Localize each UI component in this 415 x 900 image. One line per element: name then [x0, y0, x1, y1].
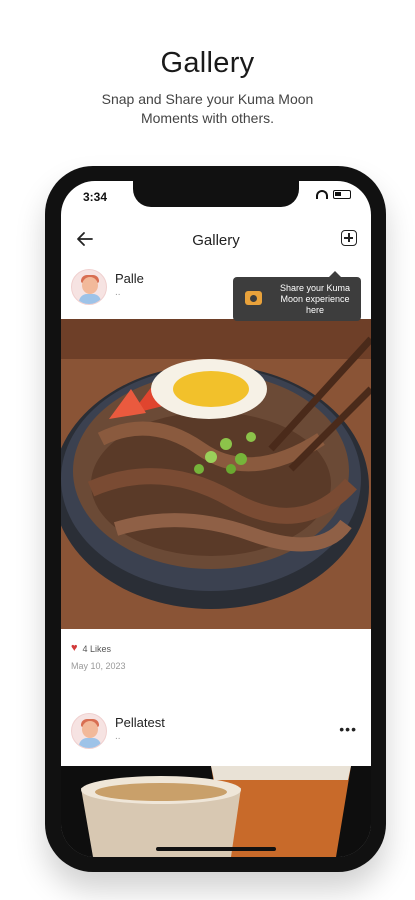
- status-time: 3:34: [83, 190, 108, 204]
- share-tooltip[interactable]: Share your Kuma Moon experience here: [233, 271, 361, 321]
- post-subtitle: ..: [115, 287, 121, 298]
- post-username[interactable]: Pellatest: [115, 715, 165, 730]
- avatar[interactable]: [71, 713, 107, 749]
- tooltip-text: Share your Kuma Moon experience here: [279, 283, 351, 315]
- promo-subtitle: Snap and Share your Kuma Moon Moments wi…: [0, 90, 415, 128]
- battery-icon: [333, 190, 351, 199]
- phone-frame: 3:34 Gallery Palle .. Share your Kuma Mo…: [45, 166, 386, 872]
- page-title: Gallery: [192, 232, 240, 249]
- promo-subtitle-line1: Snap and Share your Kuma Moon: [101, 91, 314, 107]
- more-options-icon[interactable]: •••: [339, 721, 357, 737]
- navbar: Gallery: [61, 221, 371, 261]
- likes-count: 4 Likes: [82, 643, 112, 654]
- iced-drinks-image: [61, 766, 371, 857]
- beef-rice-bowl-image: [61, 319, 371, 629]
- promo-subtitle-line2: Moments with others.: [140, 110, 275, 126]
- post-image[interactable]: [61, 766, 371, 857]
- camera-icon: [245, 291, 262, 305]
- home-indicator: [156, 847, 276, 851]
- post-header: Pellatest .. •••: [61, 713, 371, 759]
- avatar-body: [79, 294, 101, 304]
- avatar-body: [79, 738, 101, 748]
- post-image[interactable]: [61, 319, 371, 629]
- promo-title: Gallery: [160, 47, 255, 79]
- wifi-icon: [316, 190, 328, 199]
- post-subtitle: ..: [115, 731, 121, 742]
- app-screen: 3:34 Gallery Palle .. Share your Kuma Mo…: [61, 181, 371, 857]
- avatar-face: [82, 277, 98, 294]
- phone-notch: [133, 181, 299, 207]
- avatar[interactable]: [71, 269, 107, 305]
- heart-icon[interactable]: ♥: [71, 643, 78, 654]
- post-date: May 10, 2023: [71, 661, 126, 671]
- avatar-face: [82, 721, 98, 738]
- post-username[interactable]: Palle: [115, 271, 144, 286]
- status-icons: [316, 190, 351, 199]
- likes-row[interactable]: ♥ 4 Likes: [71, 643, 111, 654]
- plus-square-icon[interactable]: [341, 230, 357, 246]
